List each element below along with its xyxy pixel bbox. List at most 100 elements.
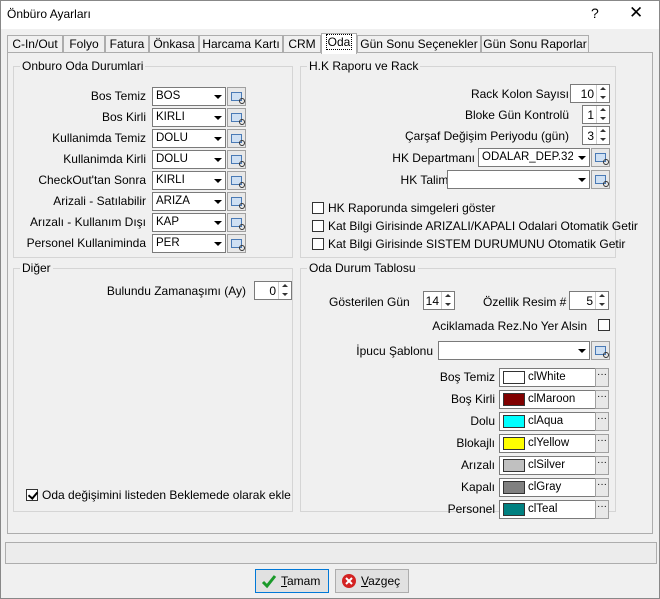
- oda-durum-combo[interactable]: PER: [152, 234, 226, 253]
- oda-durum-lookup-icon[interactable]: [227, 150, 246, 169]
- color-picker-button[interactable]: ···: [595, 412, 609, 431]
- color-combo[interactable]: clWhite: [499, 368, 609, 387]
- hk-option-checkbox[interactable]: [312, 220, 324, 232]
- carsaf-spinner[interactable]: 3: [582, 126, 610, 145]
- oda-durum-label: Kullanimda Kirli: [63, 152, 146, 166]
- ozellik-resim-label: Özellik Resim #: [483, 295, 567, 309]
- group-oda-durumlari: Onburo Oda Durumlari Bos Temiz BOS Bos K…: [13, 59, 293, 258]
- bulundu-label: Bulundu Zamanaşımı (Ay): [106, 284, 246, 298]
- ok-button[interactable]: Tamam: [255, 569, 329, 593]
- color-combo[interactable]: clAqua: [499, 412, 609, 431]
- color-picker-button[interactable]: ···: [595, 390, 609, 409]
- carsaf-label: Çarşaf Değişim Periyodu (gün): [404, 129, 569, 143]
- hk-talimat-lookup-icon[interactable]: [591, 170, 610, 189]
- color-combo[interactable]: clMaroon: [499, 390, 609, 409]
- color-swatch: [503, 481, 525, 494]
- window-title: Önbüro Ayarları: [7, 7, 91, 21]
- hk-option-checkbox[interactable]: [312, 202, 324, 214]
- color-label: Dolu: [470, 414, 495, 428]
- ozellik-resim-spinner[interactable]: 5: [569, 291, 609, 310]
- tab-folyo[interactable]: Folyo: [63, 35, 105, 53]
- color-picker-button[interactable]: ···: [595, 478, 609, 497]
- checkmark-icon: [261, 575, 277, 589]
- color-label: Arızalı: [460, 458, 495, 472]
- title-bar: Önbüro Ayarları ? ✕: [1, 1, 659, 29]
- oda-durum-label: CheckOut'tan Sonra: [38, 173, 146, 187]
- color-picker-button[interactable]: ···: [595, 368, 609, 387]
- color-combo[interactable]: clGray: [499, 478, 609, 497]
- color-label: Blokajlı: [456, 436, 495, 450]
- rack-kolon-spinner[interactable]: 10: [570, 84, 610, 103]
- bulundu-spinner[interactable]: 0: [254, 281, 292, 300]
- hk-departman-label: HK Departmanı: [392, 151, 475, 165]
- tab-oda[interactable]: Oda: [321, 33, 357, 54]
- color-picker-button[interactable]: ···: [595, 434, 609, 453]
- group-hk-raporu: H.K Raporu ve Rack Rack Kolon Sayısı 10 …: [300, 59, 638, 258]
- color-label: Personel: [447, 502, 495, 516]
- group-diger: Diğer Bulundu Zamanaşımı (Ay) 0 Oda deği…: [13, 261, 293, 512]
- hk-departman-combo[interactable]: ODALAR_DEP.326_: [478, 148, 590, 167]
- oda-durum-label: Arizali - Satılabilir: [53, 194, 146, 208]
- oda-durum-lookup-icon[interactable]: [227, 234, 246, 253]
- oda-durum-combo[interactable]: KAP: [152, 213, 226, 232]
- oda-durum-label: Bos Temiz: [90, 89, 146, 103]
- hk-talimat-combo[interactable]: [447, 170, 590, 189]
- color-swatch: [503, 503, 525, 516]
- bloke-gun-spinner[interactable]: 1: [582, 105, 610, 124]
- gosterilen-gun-label: Gösterilen Gün: [329, 295, 410, 309]
- aciklama-checkbox[interactable]: [598, 319, 610, 331]
- group-oda-durum-tablosu: Oda Durum Tablosu Gösterilen Gün 14 Özel…: [300, 261, 616, 519]
- color-picker-button[interactable]: ···: [595, 456, 609, 475]
- oda-durum-combo[interactable]: BOS: [152, 87, 226, 106]
- cancel-button[interactable]: Vazgeç: [335, 569, 409, 593]
- oda-durum-lookup-icon[interactable]: [227, 129, 246, 148]
- color-combo[interactable]: clSilver: [499, 456, 609, 475]
- gosterilen-gun-spinner[interactable]: 14: [423, 291, 455, 310]
- oda-durum-lookup-icon[interactable]: [227, 87, 246, 106]
- tab-fatura[interactable]: Fatura: [105, 35, 149, 53]
- oda-durum-combo[interactable]: ARIZA: [152, 192, 226, 211]
- cancel-icon: [342, 574, 356, 588]
- color-swatch: [503, 415, 525, 428]
- group-title: Oda Durum Tablosu: [307, 261, 418, 275]
- tab-crm[interactable]: CRM: [283, 35, 321, 53]
- oda-degisimi-checkbox[interactable]: [26, 489, 38, 501]
- oda-durum-lookup-icon[interactable]: [227, 192, 246, 211]
- tab-gun-sonu-secenekler[interactable]: Gün Sonu Seçenekler: [357, 35, 481, 53]
- hk-option-label: HK Raporunda simgeleri göster: [328, 201, 496, 215]
- help-button[interactable]: ?: [591, 5, 599, 21]
- color-picker-button[interactable]: ···: [595, 500, 609, 519]
- rack-kolon-label: Rack Kolon Sayısı: [470, 87, 569, 101]
- tab-cinout[interactable]: C-In/Out: [7, 35, 63, 53]
- oda-degisimi-label: Oda değişimini listeden Beklemede olarak…: [42, 488, 291, 502]
- color-swatch: [503, 459, 525, 472]
- hk-option-label: Kat Bilgi Girisinde SISTEM DURUMUNU Otom…: [328, 237, 626, 251]
- oda-durum-lookup-icon[interactable]: [227, 108, 246, 127]
- oda-durum-label: Arızalı - Kullanım Dışı: [29, 215, 146, 229]
- color-label: Kapalı: [460, 480, 495, 494]
- oda-durum-combo[interactable]: DOLU: [152, 150, 226, 169]
- status-bar: [5, 542, 657, 564]
- color-combo[interactable]: clTeal: [499, 500, 609, 519]
- hk-option-checkbox[interactable]: [312, 238, 324, 250]
- color-swatch: [503, 437, 525, 450]
- color-swatch: [503, 371, 525, 384]
- hk-departman-lookup-icon[interactable]: [591, 148, 610, 167]
- color-swatch: [503, 393, 525, 406]
- oda-durum-lookup-icon[interactable]: [227, 171, 246, 190]
- close-button[interactable]: ✕: [629, 3, 643, 23]
- color-label: Boş Temiz: [439, 370, 495, 384]
- tab-harcama-karti[interactable]: Harcama Kartı: [199, 35, 283, 53]
- hk-option-label: Kat Bilgi Girisinde ARIZALI/KAPALI Odala…: [328, 219, 638, 233]
- ipucu-label: İpucu Şablonu: [356, 344, 433, 358]
- oda-durum-lookup-icon[interactable]: [227, 213, 246, 232]
- tab-onkasa[interactable]: Önkasa: [149, 35, 199, 53]
- oda-durum-label: Bos Kirli: [101, 110, 146, 124]
- oda-durum-combo[interactable]: KIRLI: [152, 171, 226, 190]
- tab-gun-sonu-raporlar[interactable]: Gün Sonu Raporlar: [481, 35, 589, 53]
- oda-durum-combo[interactable]: DOLU: [152, 129, 226, 148]
- ipucu-combo[interactable]: [438, 341, 590, 360]
- color-combo[interactable]: clYellow: [499, 434, 609, 453]
- oda-durum-combo[interactable]: KIRLI: [152, 108, 226, 127]
- ipucu-lookup-icon[interactable]: [591, 341, 610, 360]
